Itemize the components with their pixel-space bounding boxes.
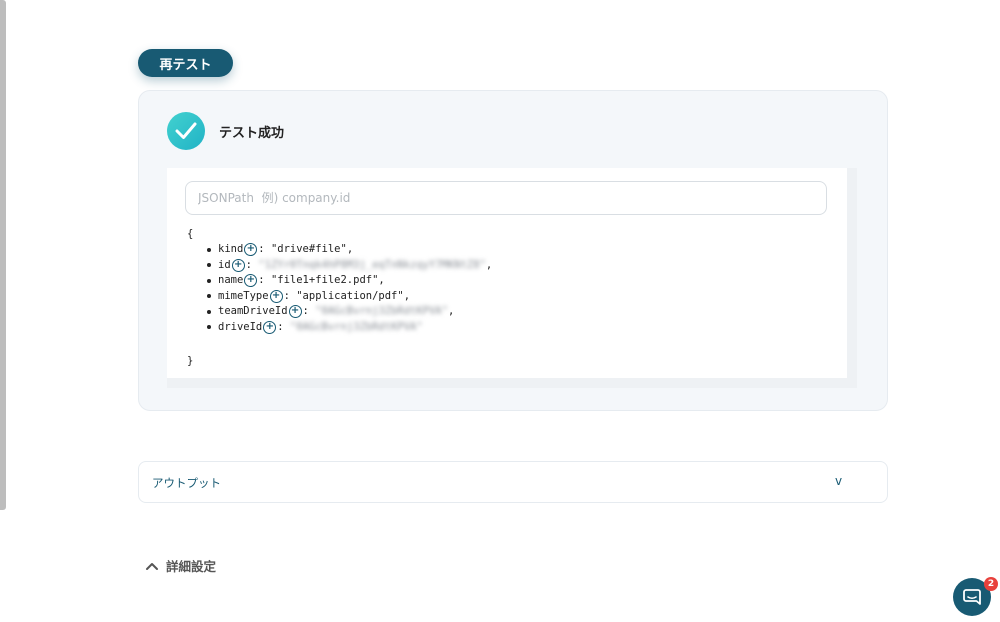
test-result-card: テスト成功 { kind+: "drive#file",id+: "1ZYr0T… xyxy=(138,90,888,411)
json-comma: , xyxy=(485,258,493,271)
json-colon: : xyxy=(258,243,271,255)
test-success-title: テスト成功 xyxy=(219,126,285,141)
json-value: "drive#file" xyxy=(270,243,347,255)
json-field-teamDriveId: teamDriveId +: "0AGcBvrnj3ZbRdtKPVA", xyxy=(207,304,492,320)
json-colon: : xyxy=(302,305,316,317)
json-key: kind xyxy=(218,243,244,255)
json-field-id: id +: "1ZYr0Tnqk4hP8M3j_eqTnNkzqyY7MKNtZ8… xyxy=(207,258,492,274)
advanced-settings-toggle[interactable]: 詳細設定 xyxy=(144,556,216,575)
bullet xyxy=(207,247,211,252)
json-key: id xyxy=(218,258,231,271)
json-field-list: kind +: "drive#file", id +: "1ZYr0Tnqk4hP8M… xyxy=(207,242,492,335)
bullet xyxy=(207,309,211,314)
add-field-icon[interactable]: + xyxy=(244,243,258,257)
json-value: "file1+file2.pdf" xyxy=(270,274,379,286)
json-colon: : xyxy=(258,274,271,286)
bullet xyxy=(207,263,211,268)
chevron-down-icon: v xyxy=(835,474,843,488)
json-key: teamDriveId xyxy=(218,305,288,317)
left-scrollbar[interactable] xyxy=(0,0,6,510)
json-value: "0AGcBvrnj3ZbRdtKPVA" xyxy=(289,320,423,333)
add-field-icon[interactable]: + xyxy=(231,258,245,272)
chat-bubble-icon xyxy=(963,589,981,605)
page: 再テスト テスト成功 { kind+: "drive#file",id+: "1… xyxy=(0,0,1000,622)
json-comma: , xyxy=(403,289,411,302)
advanced-settings-label: 詳細設定 xyxy=(166,559,217,574)
json-close-brace: } xyxy=(187,355,194,367)
bullet xyxy=(207,278,211,283)
json-colon: : xyxy=(245,258,259,271)
json-field-kind: kind +: "drive#file", xyxy=(207,242,492,258)
bullet xyxy=(207,294,211,299)
json-key: name xyxy=(218,274,244,286)
retest-button[interactable]: 再テスト xyxy=(138,49,233,77)
json-key: mimeType xyxy=(218,289,269,302)
add-field-icon[interactable]: + xyxy=(244,274,258,288)
json-comma: , xyxy=(346,243,354,255)
json-viewer: { kind+: "drive#file",id+: "1ZYr0Tnqk4hP… xyxy=(167,168,857,388)
bullet xyxy=(207,325,211,330)
add-field-icon[interactable]: + xyxy=(288,305,302,319)
jsonpath-search-input[interactable] xyxy=(185,181,827,215)
output-accordion[interactable]: アウトプット v xyxy=(138,461,888,503)
add-field-icon[interactable]: + xyxy=(269,289,283,303)
json-colon: : xyxy=(277,320,290,333)
json-open-brace: { xyxy=(187,228,194,240)
json-value: "application/pdf" xyxy=(296,289,404,302)
json-colon: : xyxy=(283,289,297,302)
json-field-name: name +: "file1+file2.pdf", xyxy=(207,273,492,289)
output-label: アウトプット xyxy=(152,476,221,490)
check-circle-icon xyxy=(167,112,205,150)
json-comma: , xyxy=(447,305,455,317)
chevron-up-icon xyxy=(146,562,158,570)
json-field-driveId: driveId +: "0AGcBvrnj3ZbRdtKPVA" xyxy=(207,320,492,336)
add-field-icon[interactable]: + xyxy=(263,320,277,334)
json-comma: , xyxy=(378,274,385,286)
json-key: driveId xyxy=(218,320,263,333)
json-field-mimeType: mimeType +: "application/pdf", xyxy=(207,289,492,305)
json-value: "1ZYr0Tnqk4hP8M3j_eqTnNkzqyY7MKNtZ8" xyxy=(258,258,486,271)
json-value: "0AGcBvrnj3ZbRdtKPVA" xyxy=(315,305,448,317)
chat-notification-badge: 2 xyxy=(984,577,998,591)
